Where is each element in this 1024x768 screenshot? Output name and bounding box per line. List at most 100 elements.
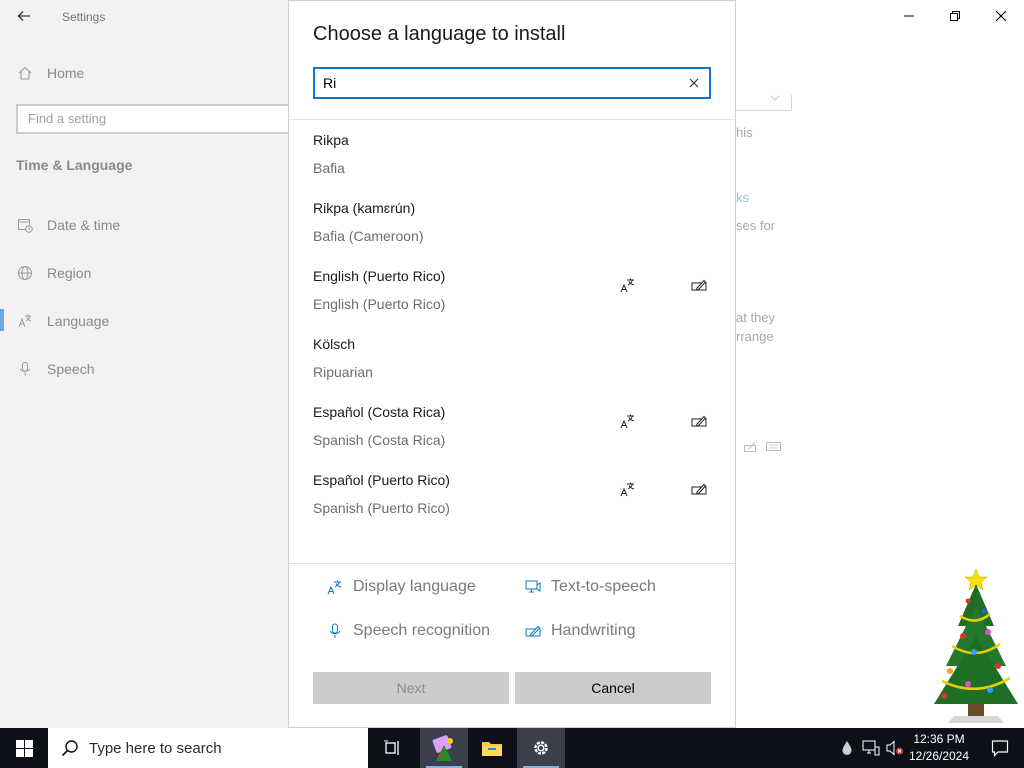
- background-link[interactable]: ks: [736, 190, 749, 205]
- taskbar-app-file-explorer[interactable]: [468, 728, 516, 768]
- language-english-name: English (Puerto Rico): [313, 296, 446, 312]
- nav-item-date-time[interactable]: Date & time: [16, 213, 120, 237]
- nav-home[interactable]: Home: [16, 61, 84, 85]
- nav-item-speech[interactable]: Speech: [16, 357, 94, 381]
- language-native-name: Rikpa (kamɛrún): [313, 200, 416, 216]
- taskbar-app-settings[interactable]: [517, 728, 565, 768]
- display-language-icon: [620, 482, 635, 497]
- taskbar-app-paint[interactable]: [420, 728, 468, 768]
- nav-item-region[interactable]: Region: [16, 261, 91, 285]
- keyboard-icon: [766, 442, 781, 451]
- microphone-icon: [325, 621, 345, 641]
- divider: [289, 563, 735, 564]
- back-arrow-icon: [17, 11, 30, 21]
- gear-icon: [534, 741, 548, 755]
- section-title: Time & Language: [16, 157, 133, 173]
- nav-home-label: Home: [47, 65, 85, 81]
- language-english-name: Ripuarian: [313, 364, 373, 380]
- language-item[interactable]: English (Puerto Rico) English (Puerto Ri…: [289, 257, 735, 325]
- task-view-icon: [384, 740, 399, 755]
- settings-nav-pane: Settings Home Find a setting Time & Lang…: [0, 0, 294, 728]
- close-icon: [995, 10, 1007, 22]
- language-item[interactable]: Rikpa Bafia: [289, 121, 735, 189]
- microphone-icon: [16, 360, 34, 378]
- cancel-button[interactable]: Cancel: [515, 672, 711, 704]
- search-icon: [61, 740, 78, 757]
- next-button[interactable]: Next: [313, 672, 509, 704]
- language-native-name: Kölsch: [313, 336, 356, 352]
- clock-date: 12/26/2024: [908, 749, 970, 763]
- action-center-button[interactable]: [976, 728, 1024, 768]
- nav-item-label: Language: [47, 313, 110, 329]
- restore-button[interactable]: [932, 0, 978, 32]
- home-icon: [16, 64, 34, 82]
- language-list: Rikpa Bafia Rikpa (kamɛrún) Bafia (Camer…: [289, 121, 735, 563]
- christmas-tree-image: [934, 568, 1018, 723]
- divider: [289, 119, 735, 120]
- legend-text-to-speech: Text-to-speech: [523, 577, 656, 597]
- choose-language-dialog: Choose a language to install Rikpa Bafia…: [288, 0, 736, 728]
- nav-item-label: Region: [47, 265, 92, 281]
- language-english-name: Bafia: [313, 160, 345, 176]
- text-to-speech-icon: [523, 577, 543, 597]
- display-language-icon: [325, 577, 345, 597]
- close-icon: [689, 78, 699, 88]
- notification-icon: [991, 740, 1009, 757]
- tray-app-button[interactable]: [836, 728, 858, 768]
- language-item[interactable]: Rikpa (kamɛrún) Bafia (Cameroon): [289, 189, 735, 257]
- handwriting-icon: [691, 483, 707, 495]
- clear-search-button[interactable]: [685, 74, 703, 92]
- legend-label: Handwriting: [551, 622, 636, 639]
- restore-icon: [950, 11, 960, 21]
- language-native-name: English (Puerto Rico): [313, 268, 446, 284]
- find-setting-input[interactable]: Find a setting: [16, 104, 294, 134]
- background-dropdown: [735, 95, 792, 111]
- globe-icon: [16, 264, 34, 282]
- volume-muted-icon: [886, 740, 903, 756]
- language-item[interactable]: Kölsch Ripuarian: [289, 325, 735, 393]
- task-view-button[interactable]: [368, 728, 416, 768]
- window-title: Settings: [62, 10, 106, 24]
- language-native-name: Español (Costa Rica): [313, 404, 446, 420]
- background-text: rrange: [736, 329, 774, 344]
- dialog-title: Choose a language to install: [313, 23, 566, 45]
- nav-item-language[interactable]: Language: [16, 309, 109, 333]
- network-button[interactable]: [859, 728, 883, 768]
- language-item[interactable]: Español (Puerto Rico) Spanish (Puerto Ri…: [289, 461, 735, 529]
- background-text: ses for: [736, 218, 776, 233]
- start-button[interactable]: [0, 728, 48, 768]
- calendar-clock-icon: [16, 216, 34, 234]
- network-icon: [862, 740, 880, 756]
- legend-speech-recognition: Speech recognition: [325, 621, 490, 641]
- display-language-icon: [620, 278, 635, 293]
- background-text: his: [736, 125, 753, 140]
- language-english-name: Spanish (Costa Rica): [313, 432, 446, 448]
- paint-app-icon: [432, 735, 453, 761]
- minimize-icon: [904, 15, 914, 17]
- language-search-box[interactable]: [313, 67, 711, 99]
- legend-label: Speech recognition: [353, 622, 490, 639]
- taskbar-search-box[interactable]: Type here to search: [48, 728, 368, 768]
- legend-label: Text-to-speech: [551, 578, 656, 595]
- legend-label: Display language: [353, 578, 476, 595]
- close-button[interactable]: [978, 0, 1024, 32]
- language-search-input[interactable]: [323, 74, 673, 92]
- find-setting-placeholder: Find a setting: [28, 111, 107, 126]
- language-item[interactable]: Español (Costa Rica) Spanish (Costa Rica…: [289, 393, 735, 461]
- selection-indicator: [0, 309, 4, 331]
- legend-display-language: Display language: [325, 577, 476, 597]
- display-language-icon: [620, 414, 635, 429]
- windows-logo-icon: [15, 739, 33, 757]
- language-native-name: Español (Puerto Rico): [313, 472, 450, 488]
- system-clock[interactable]: 12:36 PM 12/26/2024: [904, 731, 974, 765]
- taskbar-search-placeholder: Type here to search: [89, 739, 222, 757]
- minimize-button[interactable]: [886, 0, 932, 32]
- taskbar: Type here to search 12:36 PM 12/26/2024: [0, 728, 1024, 768]
- back-button[interactable]: [12, 4, 36, 28]
- handwriting-icon: [691, 279, 707, 291]
- legend-handwriting: Handwriting: [523, 621, 635, 641]
- handwriting-icon: [744, 442, 756, 452]
- nav-item-label: Speech: [47, 361, 95, 377]
- language-english-name: Bafia (Cameroon): [313, 228, 424, 244]
- background-text: at they: [736, 310, 776, 325]
